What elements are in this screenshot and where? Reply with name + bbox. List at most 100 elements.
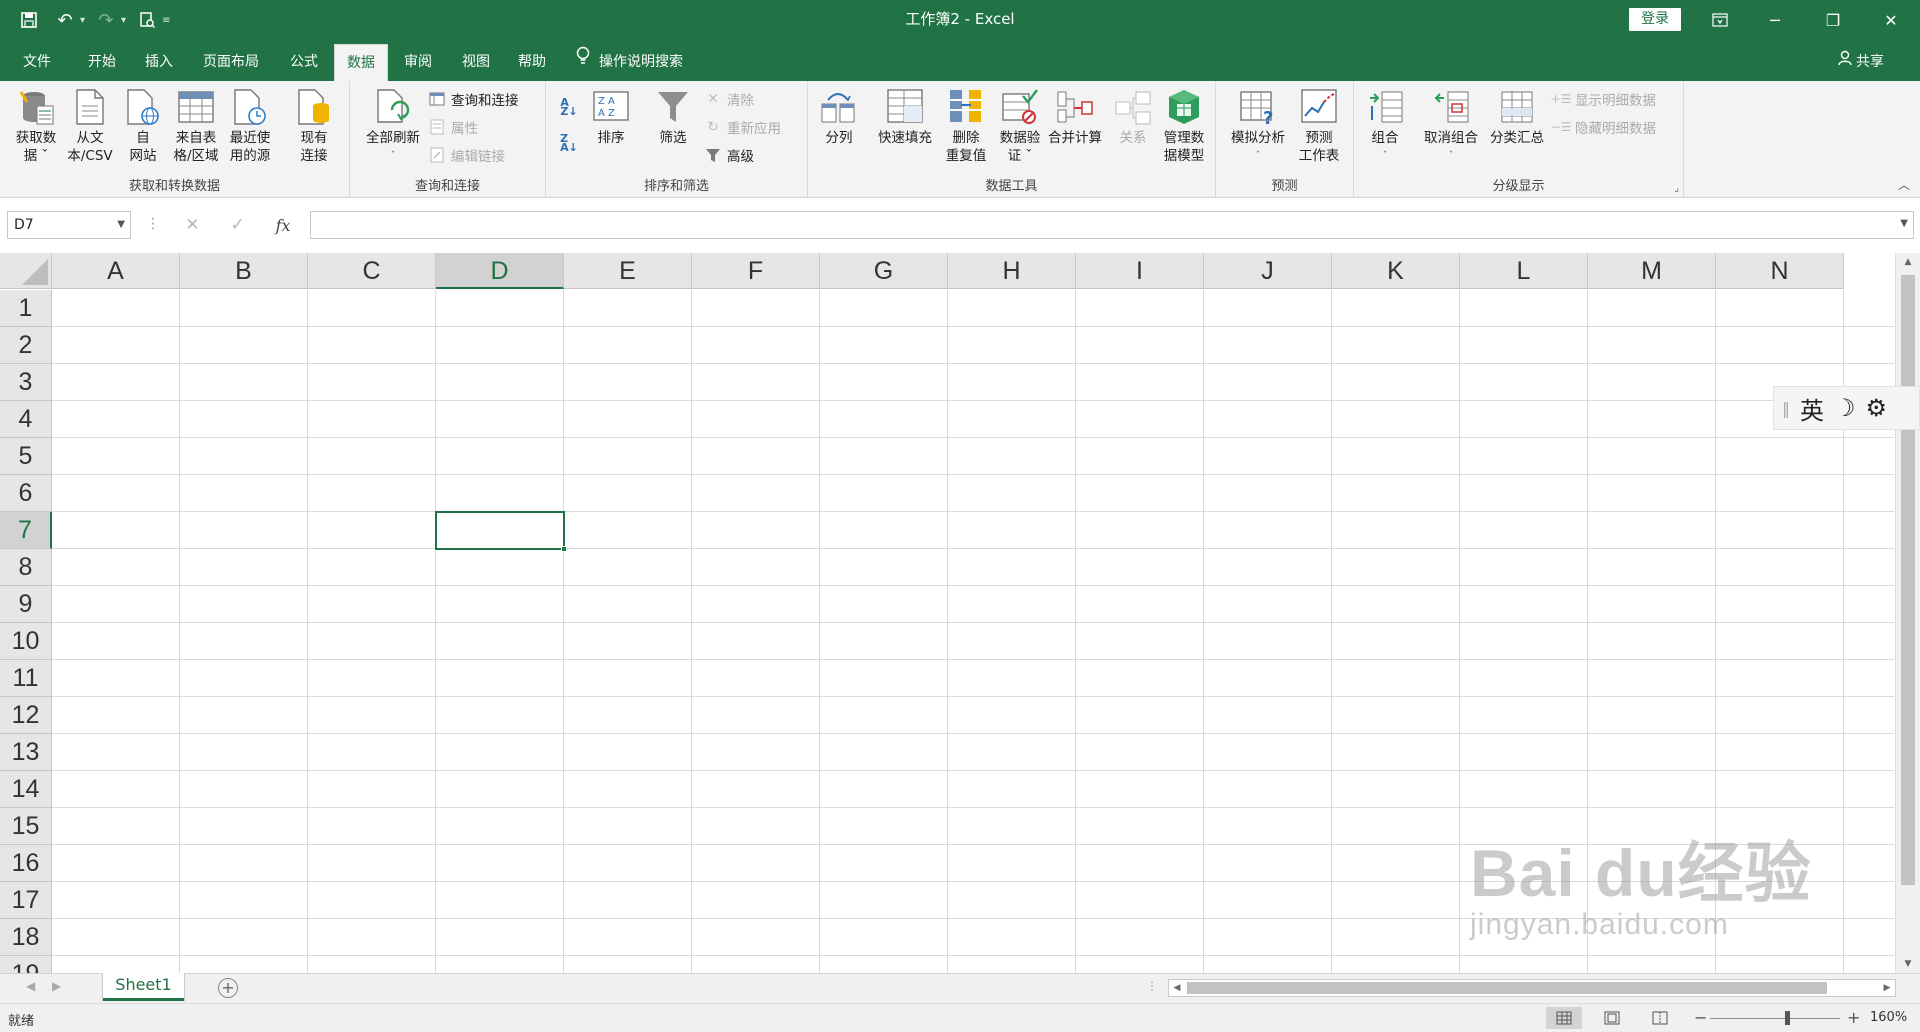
share-button[interactable]: 共享 (1838, 44, 1884, 81)
row-header[interactable]: 17 (0, 882, 52, 919)
collapse-ribbon-icon[interactable]: ︿ (1898, 176, 1910, 193)
add-sheet-icon[interactable]: + (218, 978, 238, 998)
sort-ascending-button[interactable]: A Z↓ (560, 95, 578, 119)
from-table-range-button[interactable]: 来自表 格/区域 (168, 87, 224, 165)
sort-descending-button[interactable]: Z A↓ (560, 131, 578, 155)
recent-sources-button[interactable]: 最近使 用的源 (222, 87, 278, 165)
name-box[interactable]: D7 ▼ (7, 211, 131, 239)
row-header[interactable]: 7 (0, 512, 52, 549)
close-icon[interactable]: ✕ (1868, 0, 1914, 40)
horizontal-scrollbar[interactable]: ◀ ▶ (1168, 979, 1896, 997)
gear-icon[interactable]: ⚙ (1866, 394, 1888, 422)
row-header[interactable]: 5 (0, 438, 52, 475)
column-header[interactable]: L (1460, 253, 1588, 289)
forecast-sheet-button[interactable]: 预测 工作表 (1288, 87, 1350, 165)
column-header[interactable]: E (564, 253, 692, 289)
page-break-view-icon[interactable] (1642, 1007, 1678, 1029)
column-header[interactable]: J (1204, 253, 1332, 289)
vertical-scrollbar[interactable]: ▲ ▼ (1895, 253, 1920, 973)
show-detail-button[interactable]: +☰ 显示明细数据 (1551, 87, 1656, 111)
tell-me-search[interactable]: 操作说明搜索 (575, 44, 683, 81)
tab-page-layout[interactable]: 页面布局 (196, 44, 266, 81)
from-web-button[interactable]: 自 网站 (118, 87, 168, 165)
redo-dropdown-icon[interactable]: ▾ (121, 15, 126, 26)
scroll-right-icon[interactable]: ▶ (1879, 980, 1895, 996)
row-header[interactable]: 8 (0, 549, 52, 586)
ungroup-button[interactable]: 取消组合 ˇ (1416, 87, 1486, 165)
formula-input[interactable]: ▼ (310, 211, 1914, 239)
column-header[interactable]: A (52, 253, 180, 289)
row-header[interactable]: 1 (0, 290, 52, 327)
restore-icon[interactable]: ❐ (1810, 0, 1856, 40)
filter-button[interactable]: 筛选 (648, 87, 698, 147)
row-header[interactable]: 4 (0, 401, 52, 438)
zoom-in-icon[interactable]: + (1847, 1008, 1860, 1027)
name-box-dropdown-icon[interactable]: ▼ (117, 212, 125, 238)
minimize-icon[interactable]: ─ (1752, 0, 1798, 40)
zoom-slider[interactable] (1710, 1018, 1840, 1019)
row-header[interactable]: 15 (0, 808, 52, 845)
scroll-left-icon[interactable]: ◀ (1169, 980, 1185, 996)
tab-view[interactable]: 视图 (452, 44, 500, 81)
hide-detail-button[interactable]: −☰ 隐藏明细数据 (1551, 115, 1656, 139)
formula-bar-grip-icon[interactable]: ⋮ (146, 216, 160, 232)
remove-duplicates-button[interactable]: 删除 重复值 (938, 87, 994, 165)
consolidate-button[interactable]: 合并计算 (1040, 87, 1110, 147)
group-button[interactable]: 组合 ˇ (1360, 87, 1410, 165)
cell-area[interactable] (52, 290, 1894, 973)
manage-data-model-button[interactable]: 管理数 据模型 (1156, 87, 1212, 165)
column-header[interactable]: M (1588, 253, 1716, 289)
cancel-entry-icon[interactable]: ✕ (185, 215, 199, 235)
tab-review[interactable]: 审阅 (394, 44, 442, 81)
row-header[interactable]: 18 (0, 919, 52, 956)
next-sheet-icon[interactable]: ▶ (52, 979, 61, 993)
tab-file[interactable]: 文件 (14, 44, 60, 81)
save-icon[interactable] (14, 5, 44, 35)
sheet-tab-sheet1[interactable]: Sheet1 (103, 973, 184, 1001)
clear-filter-button[interactable]: ✕ 清除 (704, 87, 754, 111)
undo-icon[interactable]: ↶ (50, 5, 80, 35)
flash-fill-button[interactable]: 快速填充 (870, 87, 940, 147)
column-header[interactable]: N (1716, 253, 1844, 289)
column-header[interactable]: F (692, 253, 820, 289)
tab-split-grip-icon[interactable]: ⋮ (1146, 979, 1158, 993)
moon-icon[interactable]: ☽ (1834, 394, 1856, 422)
zoom-level[interactable]: 160% (1870, 1010, 1907, 1025)
row-header[interactable]: 14 (0, 771, 52, 808)
select-all-button[interactable] (0, 253, 52, 289)
customize-qat-icon[interactable]: ≡ (162, 15, 170, 26)
row-header[interactable]: 19 (0, 956, 52, 973)
advanced-filter-button[interactable]: 高级 (704, 143, 754, 167)
tab-formulas[interactable]: 公式 (280, 44, 328, 81)
page-layout-view-icon[interactable] (1594, 1007, 1630, 1029)
vertical-scroll-thumb[interactable] (1901, 275, 1915, 885)
redo-icon[interactable]: ↷ (91, 5, 121, 35)
from-text-csv-button[interactable]: 从文 本/CSV (62, 87, 118, 165)
row-header[interactable]: 6 (0, 475, 52, 512)
dialog-launcher-icon[interactable]: ⌟ (1674, 183, 1679, 194)
normal-view-icon[interactable] (1546, 1007, 1582, 1029)
active-cell[interactable] (435, 511, 567, 552)
column-header[interactable]: B (180, 253, 308, 289)
print-preview-icon[interactable] (132, 5, 162, 35)
prev-sheet-icon[interactable]: ◀ (26, 979, 35, 993)
relationships-button[interactable]: 关系 (1110, 87, 1156, 147)
row-header[interactable]: 11 (0, 660, 52, 697)
fill-handle[interactable] (561, 546, 567, 552)
column-header[interactable]: I (1076, 253, 1204, 289)
ime-language-toggle[interactable]: 英 (1800, 391, 1824, 426)
tab-help[interactable]: 帮助 (508, 44, 556, 81)
row-header[interactable]: 12 (0, 697, 52, 734)
scroll-up-icon[interactable]: ▲ (1896, 253, 1920, 271)
confirm-entry-icon[interactable]: ✓ (231, 215, 245, 235)
column-header[interactable]: K (1332, 253, 1460, 289)
tab-insert[interactable]: 插入 (135, 44, 183, 81)
column-header[interactable]: D (436, 253, 564, 289)
row-header[interactable]: 9 (0, 586, 52, 623)
login-button[interactable]: 登录 (1629, 8, 1681, 31)
tab-data[interactable]: 数据 (334, 44, 388, 81)
zoom-out-icon[interactable]: − (1694, 1008, 1707, 1027)
reapply-button[interactable]: ↻ 重新应用 (704, 115, 781, 139)
properties-button[interactable]: 属性 (428, 115, 478, 139)
row-header[interactable]: 13 (0, 734, 52, 771)
